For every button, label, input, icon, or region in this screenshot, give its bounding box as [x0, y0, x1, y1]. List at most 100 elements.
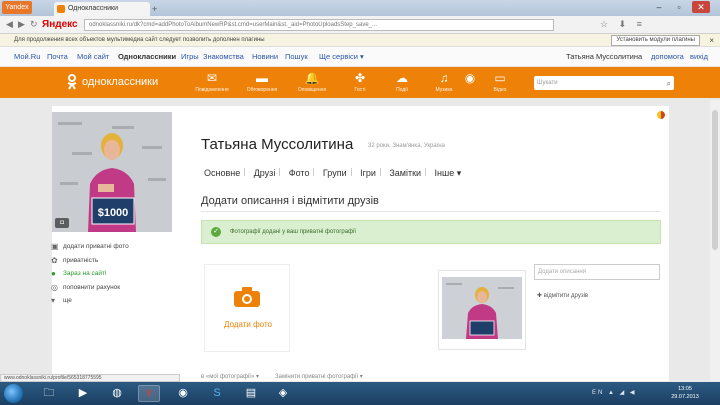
- site-header: одноклассники ✉ Повідомлення ▬ Обговорен…: [0, 67, 720, 98]
- photo-icon: ▣: [51, 242, 59, 251]
- tab-friends[interactable]: Друзі: [254, 168, 276, 178]
- browser-toolbar-icons[interactable]: ☆ ⬇ ≡: [600, 19, 646, 30]
- tab-title: Одноклассники: [68, 5, 119, 12]
- media-player-icon[interactable]: ▶: [72, 385, 94, 402]
- checkmark-icon: ✓: [211, 227, 221, 237]
- address-bar-row: ◀ ▶ ↻ Яндекс odnoklassniki.ru/dk?cmd=add…: [0, 16, 720, 34]
- camera-icon: [234, 287, 260, 307]
- firefox-icon[interactable]: ◍: [106, 385, 128, 402]
- reload-icon[interactable]: ↻: [30, 19, 38, 30]
- tab-photos[interactable]: Фото: [289, 168, 310, 178]
- more-icon: ▾: [51, 296, 56, 305]
- side-menu-label: додати приватні фото: [63, 243, 129, 250]
- uploaded-photo[interactable]: [442, 277, 522, 339]
- tab-games[interactable]: Ігри: [360, 168, 376, 178]
- start-button[interactable]: [4, 384, 23, 403]
- odnoklassniki-favicon-icon: [57, 5, 65, 13]
- explorer-icon[interactable]: 🗀: [38, 385, 60, 402]
- video-icon: ▭: [494, 71, 506, 85]
- online-icon: ●: [51, 269, 56, 278]
- tab-more[interactable]: Інше ▾: [435, 168, 462, 179]
- side-menu-label: поповнити рахунок: [63, 283, 121, 291]
- side-menu-label: Зараз на сайті: [63, 270, 107, 277]
- add-photo-button[interactable]: Додати фото: [204, 264, 290, 352]
- chrome-icon[interactable]: ◉: [172, 385, 194, 402]
- new-tab-button[interactable]: +: [152, 4, 164, 14]
- success-notice: ✓ Фотографії додані у ваш приватні фотог…: [201, 220, 661, 244]
- photo-count-icon[interactable]: ◘: [55, 218, 69, 228]
- nav-discussions[interactable]: ▬ Обговорення: [240, 70, 284, 97]
- nav-guests[interactable]: ✤ Гості: [338, 70, 382, 97]
- tag-friends-icon: ✚: [537, 293, 543, 299]
- envelope-icon: ✉: [206, 71, 218, 85]
- forward-icon[interactable]: ▶: [18, 19, 25, 30]
- yandex-logo[interactable]: Яндекс: [42, 19, 78, 30]
- minimize-icon[interactable]: –: [650, 1, 668, 13]
- side-menu-more[interactable]: ▾ ще: [50, 294, 174, 308]
- nav-notifications[interactable]: 🔔 Оповіщення: [290, 70, 334, 97]
- profile-side-menu: ▣ додати приватні фото ✿ приватність ● З…: [50, 240, 174, 308]
- money-icon: ◎: [51, 282, 58, 292]
- app-icon[interactable]: ◈: [272, 385, 294, 402]
- close-icon[interactable]: ✕: [692, 1, 710, 13]
- tab-main[interactable]: Основне: [204, 168, 240, 178]
- nav-messages[interactable]: ✉ Повідомлення: [190, 70, 234, 97]
- section-title: Додати описання і відмітити друзів: [201, 195, 379, 207]
- my-photos-dropdown[interactable]: в «мої фотографії» ▾: [201, 373, 259, 380]
- skype-icon[interactable]: S: [206, 385, 228, 402]
- url-input[interactable]: odnoklassniki.ru/dk?cmd=addPhotoToAlbumN…: [84, 19, 554, 31]
- scrollbar-thumb[interactable]: [712, 110, 718, 250]
- browser-status-bar: www.odnoklassniki.ru/profile/56531877559…: [0, 374, 180, 382]
- tab-notes[interactable]: Замітки: [389, 168, 421, 178]
- toplink-help[interactable]: допомога: [651, 52, 684, 61]
- search-icon[interactable]: ⌕: [667, 77, 671, 91]
- maximize-icon[interactable]: ▫: [670, 1, 688, 13]
- side-menu-privacy[interactable]: ✿ приватність: [50, 254, 174, 268]
- photo-description-input[interactable]: Додати описання: [534, 264, 660, 280]
- toplink-my-site[interactable]: Мой сайт: [77, 52, 109, 61]
- odnoklassniki-logo-icon[interactable]: [66, 74, 78, 90]
- tag-friends-link[interactable]: ✚ відмітити друзів: [537, 292, 588, 299]
- toplink-mail[interactable]: Почта: [47, 52, 68, 61]
- toplink-games[interactable]: Игры: [181, 52, 199, 61]
- profile-avatar[interactable]: $1000 ◘: [52, 112, 172, 232]
- folder-icon[interactable]: ▤: [240, 385, 262, 402]
- site-logo-text[interactable]: одноклассники: [82, 76, 158, 88]
- toplink-search[interactable]: Пошук: [285, 52, 308, 61]
- nav-events[interactable]: ☁ Події: [380, 70, 424, 97]
- tag-friends-label: відмітити друзів: [543, 293, 589, 299]
- toplink-logout[interactable]: вихід: [690, 52, 708, 61]
- site-search-input[interactable]: Шукати ⌕: [534, 76, 674, 90]
- toplink-more-services[interactable]: Ще сервіси ▾: [319, 52, 364, 61]
- install-plugins-button[interactable]: Установить модули плагины: [611, 35, 700, 46]
- side-menu-add-private-photos[interactable]: ▣ додати приватні фото: [50, 240, 174, 254]
- page-scrollbar[interactable]: [710, 100, 720, 381]
- nav-label: Обговорення: [246, 87, 278, 93]
- browser-menu-button[interactable]: Yandex: [2, 1, 32, 14]
- side-menu-label: приватність: [63, 256, 99, 264]
- tab-divider: [379, 167, 381, 176]
- replace-private-photos-dropdown[interactable]: Замінити приватні фотографії ▾: [275, 373, 363, 380]
- clock-time: 13:05: [678, 386, 692, 392]
- toplink-dating[interactable]: Знакомства: [203, 52, 244, 61]
- tab-divider: [279, 167, 281, 176]
- clock-date: 29.07.2013: [671, 394, 699, 400]
- nav-label: Оповіщення: [297, 87, 327, 93]
- toplink-news[interactable]: Новини: [252, 52, 278, 61]
- nav-video[interactable]: ▭ Відео: [478, 70, 522, 97]
- toplink-mail-ru[interactable]: Мой.Ru: [14, 52, 40, 61]
- side-menu-top-up[interactable]: ◎ поповнити рахунок: [50, 281, 174, 295]
- side-menu-label: ще: [63, 297, 72, 304]
- yandex-browser-icon[interactable]: Y: [138, 385, 160, 402]
- toplink-user-name[interactable]: Татьяна Муссолитина: [566, 52, 642, 61]
- infobar-close-icon[interactable]: ×: [709, 34, 714, 47]
- tab-divider: [425, 167, 427, 176]
- toplink-odnoklassniki[interactable]: Одноклассники: [118, 52, 176, 61]
- tab-groups[interactable]: Групи: [323, 168, 347, 178]
- back-icon[interactable]: ◀: [6, 19, 13, 30]
- browser-tab-odnoklassniki[interactable]: Одноклассники: [54, 2, 150, 16]
- system-tray[interactable]: EN ▲ ◢ ◀: [592, 389, 637, 396]
- clock[interactable]: 13:05 29.07.2013: [660, 385, 710, 401]
- nav-label: Повідомлення: [195, 87, 229, 93]
- nav-label: Гості: [354, 87, 366, 93]
